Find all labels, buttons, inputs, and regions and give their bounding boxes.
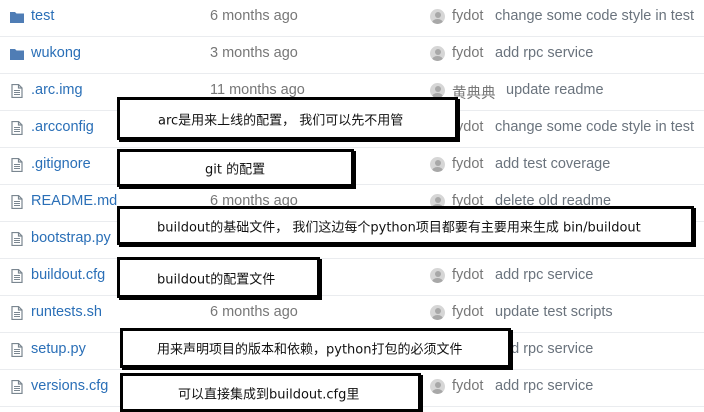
file-name-link[interactable]: setup.py	[31, 341, 86, 357]
annotation-text: buildout的基础文件， 我们这边每个python项目都要有主要用来生成 b…	[157, 220, 641, 235]
commit-author[interactable]: fydot	[452, 8, 483, 24]
file-icon	[11, 269, 23, 283]
file-row-test[interactable]: test 6 months ago fydot change some code…	[0, 0, 704, 37]
file-age: 6 months ago	[210, 8, 298, 24]
file-name-link[interactable]: buildout.cfg	[31, 267, 105, 283]
user-avatar[interactable]	[430, 46, 445, 61]
file-name-link[interactable]: runtests.sh	[31, 304, 102, 320]
commit-message[interactable]: change some code style in test	[495, 119, 694, 135]
file-row-buildout-cfg[interactable]: buildout.cfg fydot add rpc service	[0, 259, 704, 296]
file-age: 11 months ago	[210, 82, 305, 98]
user-avatar[interactable]	[430, 157, 445, 172]
file-name-link[interactable]: wukong	[31, 45, 81, 61]
file-name-link[interactable]: .arc.img	[31, 82, 83, 98]
folder-icon	[10, 49, 24, 60]
file-name-link[interactable]: README.md	[31, 193, 117, 209]
file-icon	[11, 195, 23, 209]
annotation-gitignore: git 的配置	[117, 149, 354, 187]
file-age: 3 months ago	[210, 45, 298, 61]
annotation-text: arc是用来上线的配置， 我们可以先不用管	[158, 113, 404, 128]
commit-author[interactable]: 黄典典	[452, 82, 496, 103]
file-icon	[11, 343, 23, 357]
file-icon	[11, 232, 23, 246]
file-icon	[11, 306, 23, 320]
commit-message[interactable]: add rpc service	[495, 378, 593, 394]
file-name-link[interactable]: bootstrap.py	[31, 230, 111, 246]
user-avatar[interactable]	[430, 379, 445, 394]
file-age: 6 months ago	[210, 304, 298, 320]
commit-message[interactable]: add test coverage	[495, 156, 610, 172]
commit-author[interactable]: fydot	[452, 378, 483, 394]
annotation-text: git 的配置	[205, 162, 266, 178]
annotation-buildout-cfg: buildout的配置文件	[117, 257, 320, 298]
commit-author[interactable]: fydot	[452, 45, 483, 61]
file-name-link[interactable]: versions.cfg	[31, 378, 108, 394]
file-icon	[11, 380, 23, 394]
file-icon	[11, 121, 23, 135]
file-icon	[11, 158, 23, 172]
annotation-text: 可以直接集成到buildout.cfg里	[178, 387, 360, 402]
user-avatar[interactable]	[430, 9, 445, 24]
commit-message[interactable]: change some code style in test	[495, 8, 694, 24]
file-row-wukong[interactable]: wukong 3 months ago fydot add rpc servic…	[0, 37, 704, 74]
commit-message[interactable]: add rpc service	[495, 45, 593, 61]
commit-author[interactable]: fydot	[452, 304, 483, 320]
file-name-link[interactable]: .arcconfig	[31, 119, 94, 135]
annotation-versions: 可以直接集成到buildout.cfg里	[120, 373, 421, 412]
folder-icon	[10, 12, 24, 23]
commit-message[interactable]: update test scripts	[495, 304, 613, 320]
annotation-arcconfig: arc是用来上线的配置， 我们可以先不用管	[117, 97, 458, 140]
user-avatar[interactable]	[430, 305, 445, 320]
annotation-text: 用来声明项目的版本和依赖，python打包的必须文件	[157, 342, 463, 358]
annotation-bootstrap: buildout的基础文件， 我们这边每个python项目都要有主要用来生成 b…	[117, 206, 694, 245]
file-icon	[11, 84, 23, 98]
commit-author[interactable]: fydot	[452, 267, 483, 283]
user-avatar[interactable]	[430, 268, 445, 283]
annotation-text: buildout的配置文件	[157, 272, 276, 287]
commit-author[interactable]: fydot	[452, 156, 483, 172]
commit-message[interactable]: add rpc service	[495, 267, 593, 283]
commit-message[interactable]: update readme	[506, 82, 604, 98]
annotation-setup: 用来声明项目的版本和依赖，python打包的必须文件	[120, 328, 511, 368]
user-avatar[interactable]	[430, 83, 445, 98]
file-name-link[interactable]: test	[31, 8, 54, 24]
file-name-link[interactable]: .gitignore	[31, 156, 91, 172]
